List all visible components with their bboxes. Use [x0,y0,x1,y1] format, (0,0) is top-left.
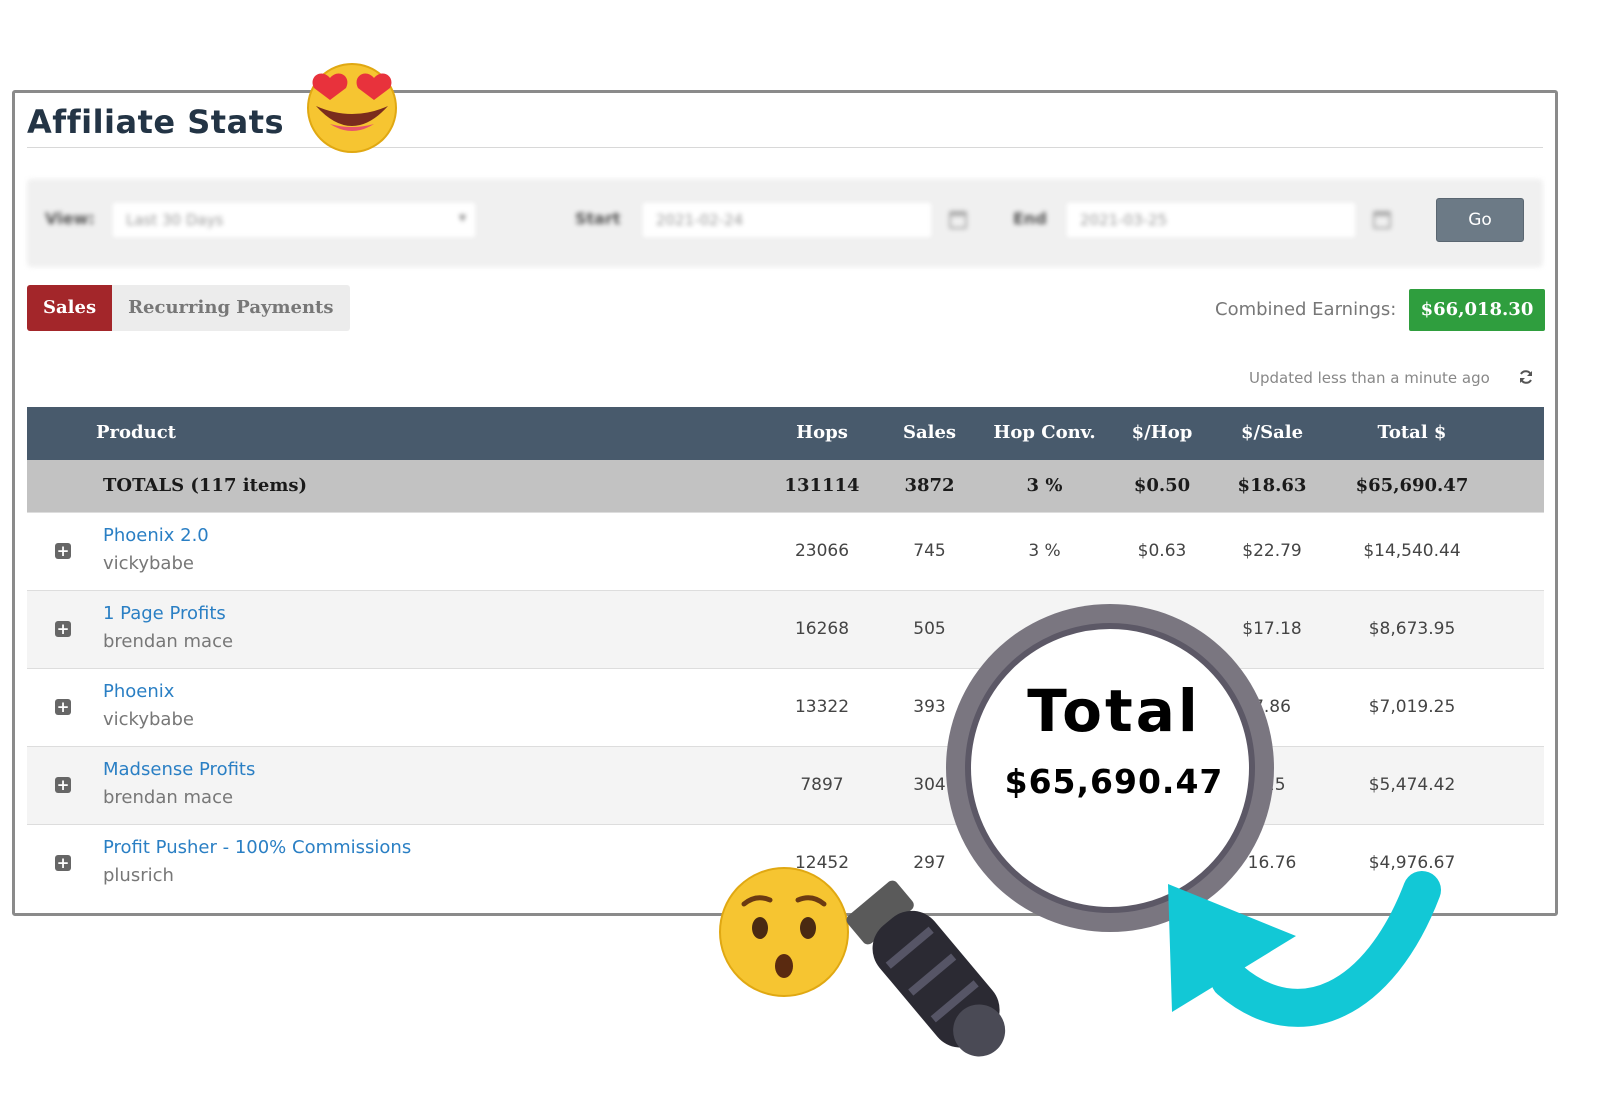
cell-per-sale: 7.86 [1253,697,1291,717]
cell-hop-conv: 3 % [1028,541,1061,561]
cell-total: $7,019.25 [1368,697,1456,717]
tab-recurring-payments[interactable]: Recurring Payments [112,285,350,331]
end-date-input[interactable]: 2021-03-25 [1065,201,1357,239]
tab-sales[interactable]: Sales [27,285,113,331]
plus-square-icon[interactable]: + [55,855,71,871]
totals-sales: 3872 [904,475,955,496]
product-vendor: brendan mace [103,787,234,808]
cell-sales: 393 [913,697,946,717]
table-row: + 1 Page Profits brendan mace 16268 505 … [27,590,1544,668]
plus-square-icon[interactable]: + [55,543,71,559]
product-link[interactable]: Phoenix [103,681,174,702]
product-link[interactable]: Phoenix 2.0 [103,525,209,546]
product-link[interactable]: Madsense Profits [103,759,255,780]
table-row: + Phoenix 2.0 vickybabe 23066 745 3 % $0… [27,512,1544,590]
calendar-icon[interactable] [949,211,967,229]
end-label: End [1013,209,1047,228]
totals-row: TOTALS (117 items) 131114 3872 3 % $0.50… [27,460,1544,512]
stats-window: Affiliate Stats View: Last 30 Days ▾ Sta… [12,90,1558,916]
title-divider [27,147,1543,148]
view-select-value: Last 30 Days [126,211,224,229]
column-header-hops[interactable]: Hops [772,422,872,443]
totals-hops: 131114 [784,475,860,496]
chevron-down-icon: ▾ [458,210,466,226]
column-header-per-sale[interactable]: $/Sale [1222,422,1322,443]
totals-total: $65,690.47 [1355,475,1469,496]
cell-sales: 304 [913,775,946,795]
plus-square-icon[interactable]: + [55,777,71,793]
page-title: Affiliate Stats [27,103,285,141]
cell-per-sale: $22.79 [1242,541,1302,561]
table-row: + Phoenix vickybabe 13322 393 7.86 $7,01… [27,668,1544,746]
cell-sales: 745 [913,541,946,561]
product-link[interactable]: Profit Pusher - 100% Commissions [103,837,411,858]
column-header-sales[interactable]: Sales [882,422,977,443]
cell-total: $4,976.67 [1368,853,1456,873]
column-header-per-hop[interactable]: $/Hop [1112,422,1212,443]
cell-sales: 505 [913,619,946,639]
product-link[interactable]: 1 Page Profits [103,603,226,624]
table-body: + Phoenix 2.0 vickybabe 23066 745 3 % $0… [27,512,1544,902]
table-header: Product Hops Sales Hop Conv. $/Hop $/Sal… [27,407,1544,460]
totals-label: TOTALS (117 items) [103,475,308,496]
totals-hop-conv: 3 % [1026,475,1063,496]
plus-square-icon[interactable]: + [55,699,71,715]
cell-hops: 16268 [794,619,850,639]
calendar-icon[interactable] [1373,211,1391,229]
cell-hops: 23066 [794,541,850,561]
cell-hops: 7897 [800,775,844,795]
table-row: + Profit Pusher - 100% Commissions plusr… [27,824,1544,902]
magnifier-amount: $65,690.47 [1004,762,1224,801]
cell-sales: 297 [913,853,946,873]
stats-table: Product Hops Sales Hop Conv. $/Hop $/Sal… [27,407,1544,902]
totals-per-hop: $0.50 [1133,475,1191,496]
start-date-input[interactable]: 2021-02-24 [641,201,933,239]
totals-per-sale: $18.63 [1237,475,1307,496]
column-header-hop-conv[interactable]: Hop Conv. [987,422,1102,443]
table-row: + Madsense Profits brendan mace 7897 304… [27,746,1544,824]
start-date-value: 2021-02-24 [656,211,744,229]
column-header-product[interactable]: Product [96,422,176,443]
start-label: Start [575,209,621,228]
product-vendor: vickybabe [103,553,194,574]
cell-hops: 12452 [794,853,850,873]
product-vendor: plusrich [103,865,174,886]
combined-earnings-label: Combined Earnings: [1215,299,1397,320]
go-button[interactable]: Go [1436,198,1524,242]
magnifier-heading: Total [1027,677,1201,745]
updated-status: Updated less than a minute ago [1249,369,1490,387]
refresh-icon[interactable] [1518,369,1534,385]
cell-per-sale: 16.76 [1247,853,1297,873]
end-date-value: 2021-03-25 [1080,211,1168,229]
product-vendor: vickybabe [103,709,194,730]
view-label: View: [45,209,95,228]
column-header-total[interactable]: Total $ [1337,422,1487,443]
cell-per-hop: $0.63 [1137,541,1187,561]
product-vendor: brendan mace [103,631,234,652]
cell-total: $8,673.95 [1368,619,1456,639]
plus-square-icon[interactable]: + [55,621,71,637]
cell-total: $5,474.42 [1368,775,1456,795]
cell-total: $14,540.44 [1363,541,1461,561]
cell-hops: 13322 [794,697,850,717]
cell-per-sale: $17.18 [1242,619,1302,639]
combined-earnings-badge: $66,018.30 [1409,289,1545,331]
filter-bar: View: Last 30 Days ▾ Start 2021-02-24 En… [27,179,1543,267]
view-select[interactable]: Last 30 Days ▾ [111,201,477,239]
report-tabs: Sales Recurring Payments [27,285,350,331]
